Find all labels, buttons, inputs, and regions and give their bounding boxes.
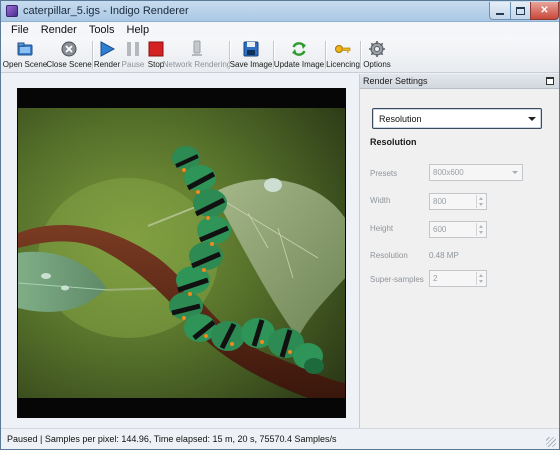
- menu-bar: File Render Tools Help: [1, 22, 559, 37]
- status-text: Paused | Samples per pixel: 144.96, Time…: [7, 434, 337, 444]
- spin-down-icon: [479, 203, 483, 206]
- window-title: caterpillar_5.igs - Indigo Renderer: [23, 5, 189, 17]
- super-samples-spin-buttons[interactable]: [476, 272, 485, 285]
- close-scene-label: Close Scene: [46, 60, 92, 69]
- app-window: caterpillar_5.igs - Indigo Renderer ✕ Fi…: [0, 0, 560, 450]
- width-label: Width: [370, 196, 391, 205]
- height-label: Height: [370, 224, 394, 233]
- resize-grip-icon[interactable]: [546, 437, 556, 447]
- minimize-button[interactable]: [489, 2, 511, 20]
- menu-tools[interactable]: Tools: [83, 24, 121, 36]
- menu-render[interactable]: Render: [35, 24, 83, 36]
- licencing-button[interactable]: Licencing: [326, 38, 360, 72]
- presets-label: Presets: [370, 169, 398, 178]
- close-scene-button[interactable]: Close Scene: [46, 38, 92, 72]
- status-bar: Paused | Samples per pixel: 144.96, Time…: [1, 428, 559, 449]
- save-image-button[interactable]: Save Image: [229, 38, 273, 72]
- spin-down-icon: [479, 280, 483, 283]
- height-spinbox[interactable]: 600: [429, 221, 487, 238]
- super-samples-label: Super-samples: [370, 275, 424, 284]
- gear-icon: [369, 41, 385, 57]
- play-icon: [100, 41, 116, 57]
- menu-help[interactable]: Help: [121, 24, 156, 36]
- open-scene-label: Open Scene: [2, 60, 48, 69]
- undock-icon[interactable]: [546, 77, 554, 85]
- toolbar: Open Scene Close Scene Render Pause Stop…: [1, 37, 559, 73]
- resolution-value: 0.48 MP: [429, 251, 459, 260]
- options-button[interactable]: Options: [363, 38, 391, 72]
- menu-file[interactable]: File: [5, 24, 35, 36]
- refresh-icon: [292, 42, 306, 56]
- network-rendering-label: Network Rendering: [162, 60, 232, 69]
- folder-icon: [17, 42, 33, 56]
- super-samples-value: 2: [433, 274, 438, 283]
- height-spin-buttons[interactable]: [476, 223, 485, 236]
- width-spinbox[interactable]: 800: [429, 193, 487, 210]
- chevron-down-icon: [528, 117, 536, 121]
- presets-value: 800x600: [433, 168, 464, 177]
- caterpillar-render: [18, 108, 345, 398]
- super-samples-spinbox[interactable]: 2: [429, 270, 487, 287]
- render-button[interactable]: Render: [93, 38, 121, 72]
- chevron-down-icon: [512, 171, 518, 174]
- pause-icon: [127, 42, 139, 56]
- settings-section-dropdown[interactable]: Resolution: [372, 108, 542, 129]
- floppy-disk-icon: [243, 41, 259, 57]
- render-viewport[interactable]: [1, 74, 359, 428]
- panel-title: Render Settings: [363, 76, 428, 86]
- update-image-button[interactable]: Update Image: [273, 38, 325, 72]
- title-bar[interactable]: caterpillar_5.igs - Indigo Renderer ✕: [1, 1, 559, 22]
- options-label: Options: [363, 60, 391, 69]
- section-heading: Resolution: [370, 137, 417, 147]
- spin-up-icon: [479, 225, 483, 228]
- spin-down-icon: [479, 231, 483, 234]
- stop-icon: [148, 41, 164, 57]
- presets-dropdown[interactable]: 800x600: [429, 164, 523, 181]
- save-image-label: Save Image: [229, 60, 273, 69]
- stop-label: Stop: [147, 60, 165, 69]
- open-scene-button[interactable]: Open Scene: [2, 38, 48, 72]
- render-settings-panel: Render Settings Resolution Resolution Pr…: [359, 74, 559, 428]
- maximize-icon: [516, 6, 525, 15]
- height-value: 600: [433, 225, 447, 234]
- licencing-label: Licencing: [326, 60, 360, 69]
- spin-up-icon: [479, 274, 483, 277]
- network-rendering-button[interactable]: Network Rendering: [163, 38, 231, 72]
- toolbar-separator: [92, 41, 93, 69]
- panel-header[interactable]: Render Settings: [360, 74, 559, 89]
- resolution-label: Resolution: [370, 251, 408, 260]
- indigo-app-icon: [6, 5, 18, 17]
- render-image[interactable]: [18, 108, 345, 398]
- width-spin-buttons[interactable]: [476, 195, 485, 208]
- spin-up-icon: [479, 197, 483, 200]
- pause-button[interactable]: Pause: [122, 38, 144, 72]
- section-dropdown-value: Resolution: [379, 114, 422, 124]
- toolbar-separator: [360, 41, 361, 69]
- maximize-button[interactable]: [510, 2, 531, 20]
- key-icon: [335, 45, 351, 53]
- width-value: 800: [433, 197, 447, 206]
- update-image-label: Update Image: [273, 60, 325, 69]
- minimize-icon: [496, 12, 504, 15]
- close-icon: ✕: [540, 5, 549, 16]
- render-label: Render: [93, 60, 121, 69]
- close-button[interactable]: ✕: [530, 2, 559, 20]
- render-frame: [17, 88, 346, 418]
- pause-label: Pause: [121, 60, 145, 69]
- network-icon: [192, 40, 202, 56]
- close-scene-icon: [61, 41, 77, 57]
